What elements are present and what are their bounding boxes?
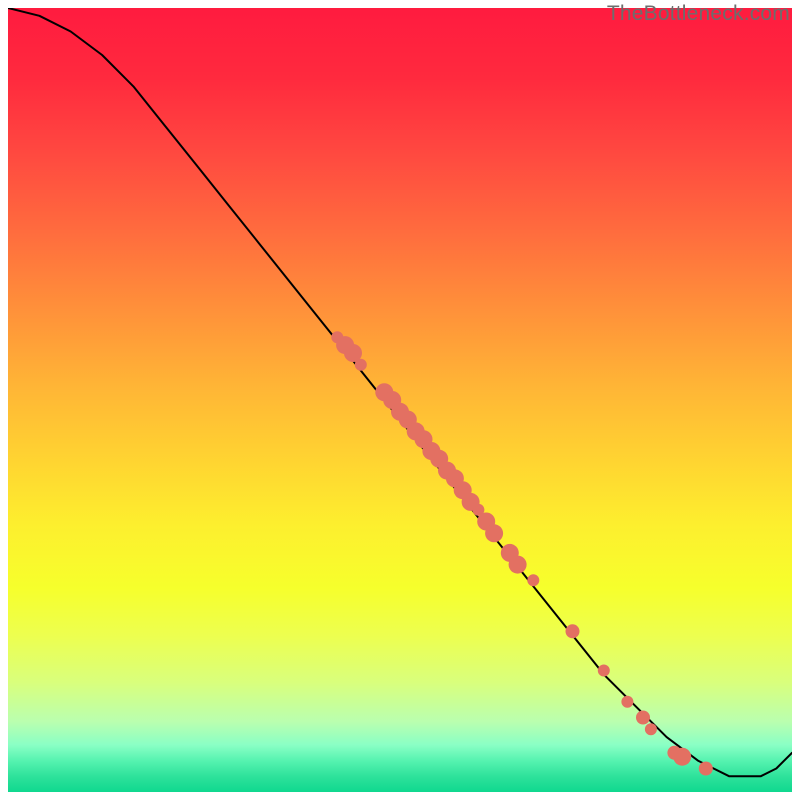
data-point [699, 762, 713, 776]
data-point [645, 723, 657, 735]
bottleneck-curve [8, 8, 792, 776]
data-point [673, 748, 691, 766]
chart-overlay-svg [8, 8, 792, 792]
data-point [509, 556, 527, 574]
data-point [355, 359, 367, 371]
data-point [566, 624, 580, 638]
data-point [621, 696, 633, 708]
data-point [485, 524, 503, 542]
watermark-text: TheBottleneck.com [607, 2, 790, 26]
data-point [636, 711, 650, 725]
data-point [527, 574, 539, 586]
data-point [598, 665, 610, 677]
chart-container: TheBottleneck.com [0, 0, 800, 800]
highlighted-points-group [331, 331, 713, 775]
